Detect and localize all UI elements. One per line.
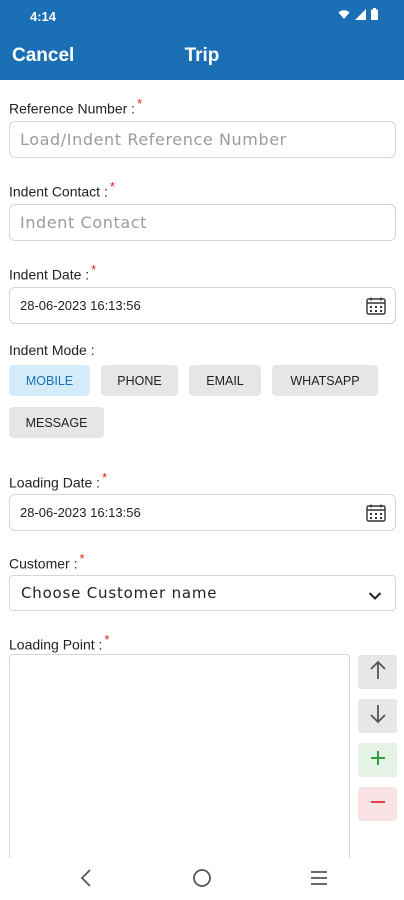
reference-number-input[interactable]: Load/Indent Reference Number: [9, 121, 396, 158]
required-mark: *: [79, 551, 85, 566]
indent-contact-label-text: Indent Contact :: [9, 183, 108, 200]
indent-mode-chip-mobile[interactable]: MOBILE: [9, 365, 90, 396]
reference-number-label-text: Reference Number :: [9, 100, 136, 117]
loading-point-label-text: Loading Point :: [9, 636, 103, 653]
indent-mode-label-text: Indent Mode :: [9, 342, 95, 358]
calendar-icon[interactable]: [366, 504, 386, 525]
add-loading-point-button[interactable]: [358, 743, 397, 777]
system-nav-bar: [0, 858, 404, 900]
customer-label-text: Customer :: [9, 555, 78, 572]
indent-date-label-text: Indent Date :: [9, 266, 90, 283]
arrow-down-icon: [369, 704, 387, 729]
required-mark: *: [102, 470, 108, 485]
loading-date-label: Loading Date : *: [9, 470, 107, 491]
status-time: 4:14: [30, 9, 57, 24]
customer-select-value: Choose Customer name: [21, 584, 218, 602]
indent-date-field[interactable]: 28-06-2023 16:13:56: [9, 287, 396, 324]
reference-number-placeholder: Load/Indent Reference Number: [20, 130, 287, 149]
battery-icon: [371, 8, 378, 20]
indent-mode-chip-message[interactable]: MESSAGE: [9, 407, 104, 438]
reference-number-label: Reference Number : *: [9, 96, 142, 117]
calendar-icon[interactable]: [366, 297, 386, 318]
loading-point-textarea[interactable]: [9, 654, 350, 860]
required-mark: *: [104, 632, 110, 647]
remove-loading-point-button[interactable]: [358, 787, 397, 821]
move-up-button[interactable]: [358, 655, 397, 689]
required-mark: *: [109, 179, 115, 194]
loading-date-label-text: Loading Date :: [9, 474, 101, 491]
loading-point-label: Loading Point : *: [9, 632, 109, 653]
indent-date-label: Indent Date : *: [9, 262, 96, 283]
wifi-icon: [338, 9, 350, 20]
indent-mode-chip-whatsapp[interactable]: WHATSAPP: [272, 365, 378, 396]
arrow-up-icon: [369, 660, 387, 685]
required-mark: *: [91, 262, 97, 277]
signal-icon: [355, 8, 366, 20]
plus-icon: [370, 750, 386, 771]
move-down-button[interactable]: [358, 699, 397, 733]
home-icon[interactable]: [192, 868, 212, 893]
loading-date-value: 28-06-2023 16:13:56: [20, 505, 141, 520]
customer-label: Customer : *: [9, 551, 85, 572]
page-title: Trip: [184, 45, 220, 66]
minus-icon: [370, 794, 386, 815]
customer-select[interactable]: Choose Customer name: [9, 575, 396, 611]
loading-date-field[interactable]: 28-06-2023 16:13:56: [9, 494, 396, 531]
app-bar: Cancel Trip: [0, 32, 404, 80]
chevron-down-icon: [368, 587, 382, 605]
indent-contact-placeholder: Indent Contact: [20, 213, 148, 232]
indent-contact-input[interactable]: Indent Contact: [9, 204, 396, 241]
indent-contact-label: Indent Contact : *: [9, 179, 115, 200]
status-bar: 4:14: [0, 0, 404, 32]
indent-mode-chip-phone[interactable]: PHONE: [101, 365, 178, 396]
required-mark: *: [137, 96, 143, 111]
status-icons: [338, 8, 378, 20]
indent-date-value: 28-06-2023 16:13:56: [20, 298, 141, 313]
indent-mode-chip-email[interactable]: EMAIL: [189, 365, 261, 396]
back-icon[interactable]: [78, 868, 94, 893]
menu-icon[interactable]: [309, 868, 329, 893]
indent-mode-label: Indent Mode :: [9, 342, 95, 358]
